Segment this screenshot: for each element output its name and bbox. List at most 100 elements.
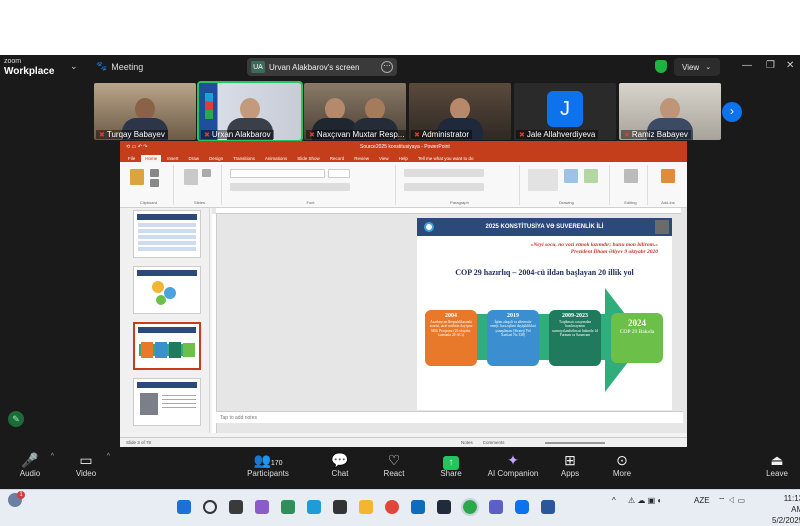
tab-help[interactable]: Help (395, 155, 412, 162)
react-button[interactable]: ♡ React (364, 451, 424, 478)
network-volume-battery-icons[interactable]: ⌔ ◁ ▭ (718, 496, 745, 506)
outlook-icon[interactable] (411, 500, 425, 514)
participant-tile[interactable]: ✖ Naxçıvan Muxtar Resp... (304, 83, 406, 140)
timeline-step: 2004 Azərbaycan Respublikasında ərazisi,… (425, 310, 477, 366)
app-icon[interactable] (255, 500, 269, 514)
copy-icon[interactable] (150, 179, 159, 187)
restore-icon[interactable]: ❐ (766, 60, 775, 71)
font-name-select[interactable] (230, 169, 325, 178)
chat-button[interactable]: 💬 Chat (310, 451, 370, 478)
widgets-icon[interactable]: 1 (8, 491, 25, 507)
layout-icon[interactable] (202, 169, 211, 177)
participants-icon: 👥170 (253, 452, 283, 468)
chevron-up-icon[interactable]: ^ (612, 496, 616, 505)
align-buttons[interactable] (404, 183, 484, 191)
participant-tile[interactable]: ✖ Turqay Babayev (94, 83, 196, 140)
more-button[interactable]: ⊙ More (592, 451, 652, 478)
share-screen-icon: ↑ (443, 456, 459, 470)
addins-icon[interactable] (661, 169, 675, 183)
audio-button[interactable]: 🎤 Audio ^ (0, 451, 60, 478)
arrange-icon[interactable] (564, 169, 578, 183)
slide-thumbnail[interactable] (133, 210, 201, 258)
quick-styles-icon[interactable] (584, 169, 598, 183)
more-options-icon[interactable]: ⋯ (381, 61, 393, 73)
task-view-icon[interactable] (229, 500, 243, 514)
apps-icon: ⊞ (564, 452, 576, 468)
apps-button[interactable]: ⊞ Apps (540, 451, 600, 478)
slide-thumbnail[interactable] (133, 266, 201, 314)
participant-name: Naxçıvan Muxtar Resp... (316, 130, 405, 139)
shapes-gallery[interactable] (528, 169, 558, 191)
minimize-icon[interactable]: — (742, 60, 752, 71)
app-icon[interactable] (437, 500, 451, 514)
shared-screen-pill[interactable]: UA Urvan Alakbarov's screen ⋯ (247, 58, 397, 76)
language-indicator[interactable]: AZE (694, 496, 710, 505)
find-icon[interactable] (624, 169, 638, 183)
system-clock[interactable]: 11:13 AM 5/2/2025 (772, 493, 800, 526)
zoom-logo-line2: Workplace (4, 66, 55, 77)
participant-tile[interactable]: J ✖ Jale Allahverdiyeva (514, 83, 616, 140)
paste-icon[interactable] (130, 169, 144, 185)
tab-insert[interactable]: Insert (163, 155, 182, 162)
start-icon[interactable] (177, 500, 191, 514)
annotate-pencil-icon[interactable]: ✎ (8, 411, 24, 427)
chrome-icon[interactable] (385, 500, 399, 514)
font-size-select[interactable] (328, 169, 350, 178)
security-shield-icon[interactable] (655, 60, 667, 73)
participants-button[interactable]: 👥170 Participants (238, 451, 298, 478)
slide-thumbnail[interactable] (133, 378, 201, 426)
ribbon-group-editing: Editing (614, 165, 648, 205)
slide-thumbnail-selected[interactable] (133, 322, 201, 370)
tab-home[interactable]: Home (141, 155, 162, 162)
teams-icon[interactable] (489, 500, 503, 514)
app-icon[interactable] (333, 500, 347, 514)
tab-record[interactable]: Record (326, 155, 349, 162)
chevron-up-icon[interactable]: ^ (51, 453, 54, 460)
tray-icons[interactable]: ⚠ ☁ ▣ ◐ (628, 496, 662, 505)
notes-pane[interactable]: Tap to add notes (216, 411, 683, 423)
chevron-up-icon[interactable]: ^ (107, 453, 110, 460)
tab-review[interactable]: Review (350, 155, 373, 162)
next-participants-arrow-icon[interactable]: › (722, 102, 742, 122)
tab-view[interactable]: View (375, 155, 393, 162)
ai-companion-button[interactable]: ✦ AI Companion (483, 451, 543, 478)
tab-file[interactable]: File (124, 155, 139, 162)
chat-label: Chat (331, 469, 349, 478)
comments-toggle[interactable]: Comments (483, 440, 505, 445)
zoom-icon[interactable] (515, 500, 529, 514)
new-slide-icon[interactable] (184, 169, 198, 185)
cut-icon[interactable] (150, 169, 159, 177)
close-icon[interactable]: ✕ (786, 60, 794, 71)
share-button[interactable]: ↑ Share (421, 451, 481, 478)
screen: zoom Workplace ⌄ 🐾 Meeting UA Urvan Alak… (0, 0, 800, 526)
zoom-slider[interactable] (544, 441, 605, 444)
tab-transitions[interactable]: Transitions (229, 155, 259, 162)
chevron-down-icon[interactable]: ⌄ (70, 61, 78, 72)
app-icon[interactable] (461, 498, 479, 516)
meeting-menu[interactable]: 🐾 Meeting (96, 61, 143, 72)
tab-draw[interactable]: Draw (185, 155, 204, 162)
view-button[interactable]: View ⌄ (674, 58, 720, 76)
word-icon[interactable] (541, 500, 555, 514)
leave-button[interactable]: ⏏ Leave (755, 451, 799, 478)
tab-animations[interactable]: Animations (261, 155, 291, 162)
search-icon[interactable] (203, 500, 217, 514)
ribbon-group-clipboard: Clipboard (124, 165, 174, 205)
app-icon[interactable] (281, 500, 295, 514)
tab-design[interactable]: Design (205, 155, 227, 162)
slide-header: 2025 KONSTİTUSİYA VƏ SUVERENLİK İLİ (417, 218, 672, 236)
participant-tile[interactable]: ✖ Ramiz Babayev (619, 83, 721, 140)
tab-slide-show[interactable]: Slide Show (293, 155, 324, 162)
ppt-ribbon: Clipboard Slides Font Paragraph Drawing … (120, 162, 687, 208)
timeline-step: 2019 İqtim əlaqəli və alternativ enerji:… (487, 310, 539, 366)
list-buttons[interactable] (404, 169, 484, 177)
participant-tile-active-speaker[interactable]: ✖ Urxan Alakbarov (197, 81, 303, 142)
participant-tile[interactable]: ✖ Administrator (409, 83, 511, 140)
video-button[interactable]: ▭ Video ^ (56, 451, 116, 478)
edge-icon[interactable] (307, 500, 321, 514)
file-explorer-icon[interactable] (359, 500, 373, 514)
tell-me-search[interactable]: Tell me what you want to do (414, 155, 478, 162)
font-format-buttons[interactable] (230, 183, 350, 191)
notes-toggle[interactable]: Notes (461, 440, 473, 445)
ribbon-group-addins: Add-ins (652, 165, 684, 205)
